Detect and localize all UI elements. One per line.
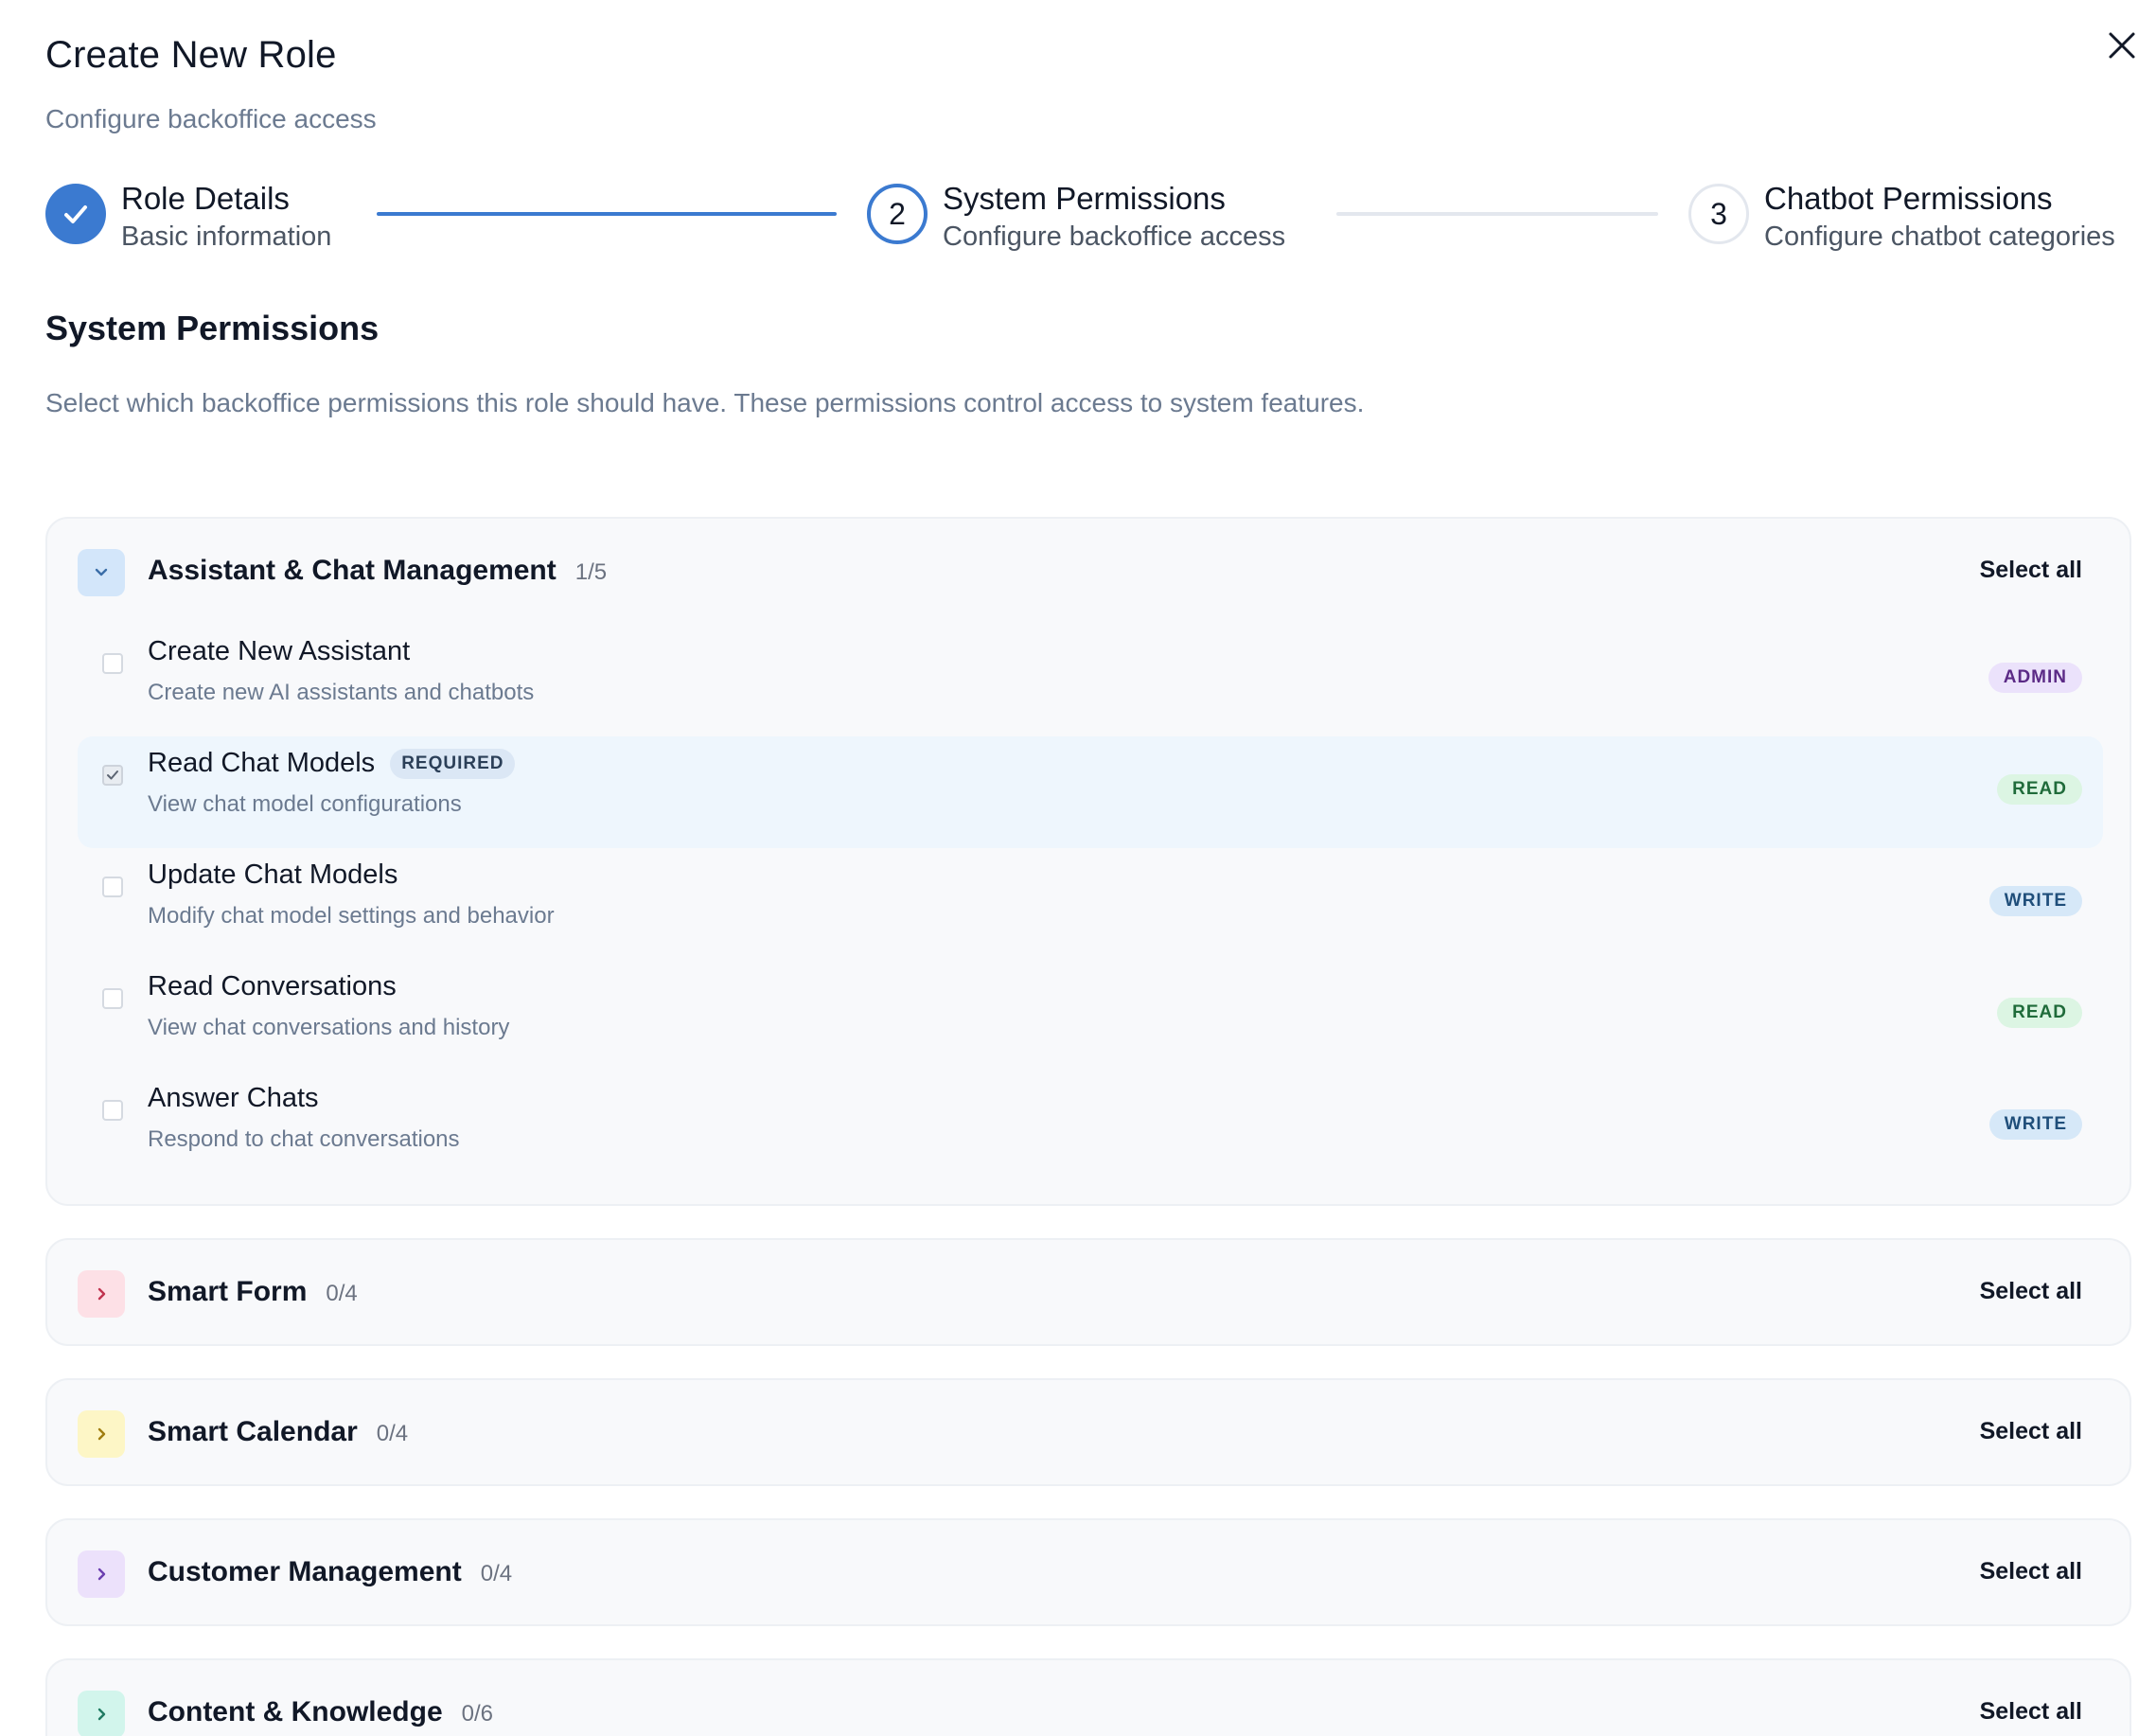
collapse-toggle[interactable]	[78, 549, 125, 596]
stepper: Role Details Basic information 2 System …	[45, 180, 2137, 256]
permission-group-customer-management: Customer Management 0/4 Select all	[45, 1518, 2131, 1626]
access-badge: WRITE	[1988, 886, 2082, 916]
group-name: Customer Management	[148, 1556, 462, 1587]
permission-name: Read Conversations	[148, 971, 397, 1001]
select-all-button[interactable]: Select all	[1980, 1278, 2082, 1305]
group-header[interactable]: Assistant & Chat Management 1/5 Select al…	[47, 519, 2129, 627]
step-number-circle: 3	[1688, 184, 1749, 244]
group-title: Assistant & Chat Management 1/5	[148, 555, 607, 587]
select-all-button[interactable]: Select all	[1980, 1418, 2082, 1445]
group-name: Content & Knowledge	[148, 1696, 443, 1727]
permission-row-answer-chats[interactable]: Answer Chats Respond to chat conversatio…	[78, 1072, 2103, 1183]
group-count: 0/6	[461, 1701, 494, 1727]
close-icon	[2109, 32, 2135, 59]
group-title: Smart Form 0/4	[148, 1276, 358, 1308]
step-title: Chatbot Permissions	[1764, 181, 2053, 216]
permission-checkbox[interactable]	[102, 653, 123, 674]
permission-name: Update Chat Models	[148, 859, 398, 890]
select-all-button[interactable]: Select all	[1980, 1698, 2082, 1726]
group-count: 1/5	[574, 559, 608, 585]
permission-row-update-chat-models[interactable]: Update Chat Models Modify chat model set…	[78, 848, 2103, 960]
create-role-modal: Create New Role Configure backoffice acc…	[0, 0, 2156, 1736]
group-count: 0/4	[376, 1421, 409, 1446]
group-title: Content & Knowledge 0/6	[148, 1696, 493, 1728]
group-count: 0/4	[326, 1281, 358, 1306]
permission-name: Create New Assistant	[148, 636, 411, 666]
step-chatbot-permissions[interactable]: 3 Chatbot Permissions Configure chatbot …	[1688, 180, 2115, 256]
permission-group-smart-calendar: Smart Calendar 0/4 Select all	[45, 1378, 2131, 1486]
access-badge: READ	[1997, 998, 2082, 1028]
group-name: Smart Form	[148, 1276, 308, 1307]
group-header[interactable]: Smart Calendar 0/4 Select all	[47, 1380, 2129, 1488]
permission-desc: Modify chat model settings and behavior	[148, 903, 555, 929]
chevron-right-icon	[97, 1568, 106, 1581]
required-badge: REQUIRED	[390, 748, 516, 779]
access-badge: ADMIN	[1988, 663, 2082, 693]
step-desc: Configure backoffice access	[943, 221, 1286, 252]
group-header[interactable]: Smart Form 0/4 Select all	[47, 1240, 2129, 1348]
step-system-permissions[interactable]: 2 System Permissions Configure backoffic…	[867, 180, 1285, 256]
chevron-right-icon	[97, 1427, 106, 1441]
step-desc: Basic information	[121, 221, 332, 252]
section-description: Select which backoffice permissions this…	[45, 388, 1365, 417]
group-name: Smart Calendar	[148, 1416, 358, 1447]
modal-subtitle: Configure backoffice access	[45, 104, 377, 133]
checkmark-icon	[107, 771, 118, 780]
permission-checkbox[interactable]	[102, 765, 123, 786]
expand-toggle[interactable]	[78, 1691, 125, 1736]
group-title: Customer Management 0/4	[148, 1556, 512, 1588]
group-name: Assistant & Chat Management	[148, 555, 557, 586]
permission-group-smart-form: Smart Form 0/4 Select all	[45, 1238, 2131, 1346]
permission-checkbox[interactable]	[102, 1100, 123, 1121]
permission-row-create-assistant[interactable]: Create New Assistant Create new AI assis…	[78, 625, 2103, 736]
permission-desc: View chat model configurations	[148, 791, 462, 817]
group-header[interactable]: Customer Management 0/4 Select all	[47, 1520, 2129, 1628]
checkmark-icon	[64, 205, 87, 223]
permission-desc: Respond to chat conversations	[148, 1126, 460, 1152]
expand-toggle[interactable]	[78, 1550, 125, 1598]
chevron-right-icon	[97, 1708, 106, 1721]
modal-title: Create New Role	[45, 34, 337, 76]
expand-toggle[interactable]	[78, 1270, 125, 1318]
permission-desc: Create new AI assistants and chatbots	[148, 680, 535, 705]
permission-row-read-conversations[interactable]: Read Conversations View chat conversatio…	[78, 960, 2103, 1072]
permission-desc: View chat conversations and history	[148, 1015, 510, 1040]
step-connector	[1336, 212, 1658, 216]
chevron-down-icon	[95, 568, 108, 576]
close-button[interactable]	[2101, 25, 2143, 66]
step-connector-complete	[377, 212, 837, 216]
step-desc: Configure chatbot categories	[1764, 221, 2115, 252]
group-header[interactable]: Content & Knowledge 0/6 Select all	[47, 1660, 2129, 1736]
permission-name: Answer Chats	[148, 1083, 319, 1113]
chevron-right-icon	[97, 1287, 106, 1301]
section-title: System Permissions	[45, 309, 380, 347]
select-all-button[interactable]: Select all	[1980, 557, 2082, 584]
permission-group-content-knowledge: Content & Knowledge 0/6 Select all	[45, 1658, 2131, 1736]
permission-row-read-chat-models[interactable]: Read Chat Models REQUIRED View chat mode…	[78, 736, 2103, 848]
step-title: Role Details	[121, 181, 290, 216]
expand-toggle[interactable]	[78, 1410, 125, 1458]
permission-name: Read Chat Models REQUIRED	[148, 748, 516, 779]
step-complete-circle	[45, 184, 106, 244]
permission-checkbox[interactable]	[102, 877, 123, 897]
group-title: Smart Calendar 0/4	[148, 1416, 408, 1448]
access-badge: WRITE	[1988, 1109, 2082, 1140]
step-role-details[interactable]: Role Details Basic information	[45, 180, 331, 256]
step-title: System Permissions	[943, 181, 1226, 216]
select-all-button[interactable]: Select all	[1980, 1558, 2082, 1585]
access-badge: READ	[1997, 774, 2082, 805]
group-count: 0/4	[480, 1561, 513, 1586]
permission-name-text: Read Chat Models	[148, 748, 376, 778]
permission-group-assistant-chat: Assistant & Chat Management 1/5 Select al…	[45, 517, 2131, 1206]
step-number-circle: 2	[867, 184, 928, 244]
permission-checkbox[interactable]	[102, 988, 123, 1009]
